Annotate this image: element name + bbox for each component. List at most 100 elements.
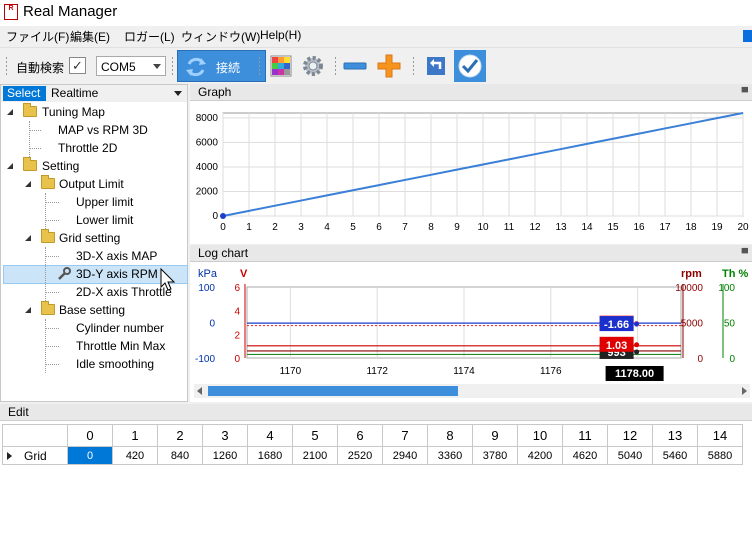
toolbar-grip-icon[interactable] [412,56,415,76]
grid-cell[interactable]: 2520 [337,446,383,465]
auto-search-label: 自動検索 [16,61,65,75]
grid-column-header[interactable]: 13 [652,424,698,447]
tree-node-base-setting[interactable]: Base setting [25,301,185,319]
log-chart-scrollbar[interactable] [194,384,750,398]
apply-check-icon[interactable] [454,50,486,82]
scrollbar-thumb[interactable] [208,386,458,396]
tree-item-map-vs-rpm-3d[interactable]: MAP vs RPM 3D [58,121,148,139]
toolbar-grip-icon[interactable] [5,56,8,76]
menu-logger[interactable]: ロガー(L) [124,28,175,45]
grid-cell[interactable]: 0 [67,446,113,465]
tree-connector [29,148,41,149]
grid-column-header[interactable]: 8 [427,424,473,447]
tree-item-throttle-min-max[interactable]: Throttle Min Max [76,337,165,355]
menu-window[interactable]: ウィンドウ(W) [181,28,260,45]
rpm-value-label-marker [634,349,640,355]
pin-icon[interactable]: ▀ [742,248,748,258]
th-tick-label: 0 [729,354,735,365]
toolbar-grip-icon[interactable] [334,56,337,76]
folder-icon [41,175,55,189]
tree-node-output-limit[interactable]: Output Limit [25,175,185,193]
gear-icon[interactable] [300,53,326,79]
grid-column-header[interactable]: 11 [562,424,608,447]
grid-color-icon[interactable] [268,53,294,79]
tree-item-throttle-2d[interactable]: Throttle 2D [58,139,117,157]
x-tick-label: 6 [376,222,382,233]
grid-column-header[interactable]: 2 [157,424,203,447]
expander-icon[interactable] [7,109,13,115]
tree-node-setting[interactable]: Setting [7,157,187,175]
grid-column-header[interactable]: 3 [202,424,248,447]
tab-realtime[interactable]: Realtime [51,86,98,101]
grid-column-header[interactable]: 1 [112,424,158,447]
menu-help[interactable]: Help(H) [260,28,301,42]
tree-connector [45,346,59,347]
x-tick-label: 16 [633,222,645,233]
tree-item-3d-x-axis-map[interactable]: 3D-X axis MAP [76,247,157,265]
com-port-value: COM5 [101,60,136,74]
connect-button[interactable]: 接続 [177,50,266,82]
chevron-down-icon[interactable] [174,91,182,96]
grid-column-header[interactable]: 0 [67,424,113,447]
grid-cell[interactable]: 1680 [247,446,293,465]
plus-icon[interactable] [376,53,402,79]
tree-item-lower-limit[interactable]: Lower limit [76,211,133,229]
axis-v-label: V [240,268,248,280]
grid-column-header[interactable]: 14 [697,424,743,447]
grid-column-header[interactable]: 9 [472,424,518,447]
toolbar-grip-icon[interactable] [171,56,174,76]
grid-column-header[interactable]: 12 [607,424,653,447]
grid-cell[interactable]: 840 [157,446,203,465]
tree-item-cylinder-number[interactable]: Cylinder number [76,319,164,337]
undo-icon[interactable] [424,53,450,79]
expander-icon[interactable] [7,163,13,169]
tree-connector [45,202,59,203]
grid-column-header[interactable]: 10 [517,424,563,447]
tree-item-upper-limit[interactable]: Upper limit [76,193,133,211]
grid-cell[interactable]: 2940 [382,446,428,465]
minus-icon[interactable] [342,53,368,79]
expander-icon[interactable] [25,181,31,187]
grid-cell[interactable]: 4620 [562,446,608,465]
tree-connector [45,364,59,365]
grid-cell[interactable]: 5880 [697,446,743,465]
scroll-right-icon[interactable] [742,387,747,395]
grid-column-header[interactable]: 7 [382,424,428,447]
tab-select[interactable]: Select [3,86,46,101]
x-tick-label: 13 [555,222,567,233]
com-port-select[interactable]: COM5 [96,56,166,76]
toolbar-grip-icon[interactable] [258,56,261,76]
v-tick-label: 0 [234,354,240,365]
kpa-value-label: -1.66 [604,319,629,331]
log-chart: kPa V rpm Th % 1170 1172 1174 1176 100 0 -100 6… [195,268,748,381]
grid-cell[interactable]: 3780 [472,446,518,465]
menu-file[interactable]: ファイル(F) [6,28,69,45]
grid-cell[interactable]: 5460 [652,446,698,465]
x-tick-label: 15 [607,222,619,233]
grid-cell[interactable]: 4200 [517,446,563,465]
grid-cell[interactable]: 3360 [427,446,473,465]
graph-panel-header: Graph ▀ [190,84,752,101]
grid-row-header[interactable]: Grid [2,446,68,465]
grid-column-header[interactable]: 4 [247,424,293,447]
expander-icon[interactable] [25,307,31,313]
expander-icon[interactable] [25,235,31,241]
grid-cell[interactable]: 1260 [202,446,248,465]
auto-search-checkbox[interactable]: ✓ [69,57,86,74]
scroll-left-icon[interactable] [197,387,202,395]
graph-title: Graph [198,85,232,99]
folder-icon [41,229,55,243]
tree-node-grid-setting[interactable]: Grid setting [25,229,185,247]
pin-icon[interactable]: ▀ [742,87,748,97]
grid-column-header[interactable]: 5 [292,424,338,447]
grid-cell[interactable]: 420 [112,446,158,465]
grid-column-header[interactable]: 6 [337,424,383,447]
tree-item-idle-smoothing[interactable]: Idle smoothing [76,355,154,373]
grid-cell[interactable]: 5040 [607,446,653,465]
menu-edit[interactable]: 編集(E) [70,28,110,45]
tree-node-tuning-map[interactable]: Tuning Map [7,103,187,121]
folder-icon [23,103,37,117]
grid-header-row: 0 1 2 3 4 5 6 7 8 9 10 11 12 13 14 [2,424,743,447]
grid-cell[interactable]: 2100 [292,446,338,465]
edit-panel: Edit 0 1 2 3 4 5 6 7 8 9 10 11 12 13 14 Grid 0 420 840 126… [0,404,752,548]
